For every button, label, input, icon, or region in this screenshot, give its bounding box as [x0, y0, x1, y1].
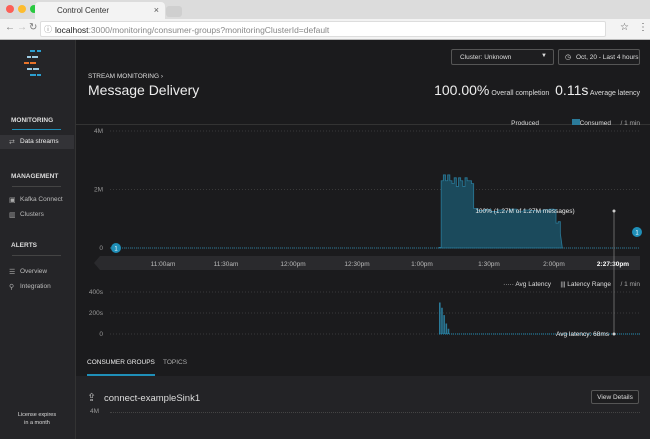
page-title: Message Delivery [88, 82, 200, 98]
reload-icon[interactable]: ↻ [29, 22, 37, 33]
clock-icon: ◷ [565, 54, 572, 61]
y-tick: 400s [89, 289, 104, 296]
sidebar: MONITORING ⇄ Data streams MANAGEMENT ▣ Kaf… [0, 40, 76, 439]
divider [12, 129, 61, 130]
consumer-group-panel: ⇪ connect-exampleSink1 View Details 4M [76, 376, 650, 439]
latency-annotation: Avg latency: 68ms [556, 331, 610, 338]
divider [76, 124, 650, 125]
tab-title: Control Center [57, 6, 110, 15]
logo-icon [24, 50, 41, 76]
menu-icon[interactable]: ⋮ [638, 22, 648, 33]
y-tick: 4M [90, 408, 100, 415]
sidebar-item-label: Data streams [20, 138, 59, 145]
breadcrumb[interactable]: STREAM MONITORING › [88, 73, 163, 80]
sidebar-item-integration[interactable]: ⚲ Integration [0, 280, 74, 294]
latency-range-bar [447, 328, 450, 334]
latency-range-bar [443, 315, 445, 334]
tab-topics[interactable]: TOPICS [163, 359, 187, 366]
license-notice: License expires in a month [17, 412, 57, 426]
legend-consumed: Consumed [580, 120, 612, 127]
hover-point [612, 209, 616, 213]
legend-latency-range: ||| Latency Range [560, 281, 611, 288]
sidebar-item-label: Integration [20, 283, 51, 290]
tab-bar: CONSUMER GROUPS TOPICS [76, 350, 650, 376]
view-details-button[interactable]: View Details [591, 390, 639, 404]
latency-range-bar [441, 307, 443, 334]
tab-consumer-groups[interactable]: CONSUMER GROUPS [87, 359, 155, 376]
latency-range-bar [439, 302, 441, 334]
new-tab-button[interactable] [166, 6, 182, 17]
url-host: localhost [55, 25, 89, 35]
sidebar-item-data-streams[interactable]: ⇄ Data streams [0, 135, 74, 149]
y-tick: 4M [94, 128, 103, 135]
x-tick: 12:30pm [344, 261, 369, 268]
clusters-icon: ▥ [9, 212, 16, 219]
x-tick: 2:00pm [543, 261, 565, 268]
consumer-group-icon: ⇪ [87, 392, 97, 404]
divider [12, 186, 61, 187]
section-alerts: ALERTS [11, 242, 37, 249]
browser-tab-bar: Control Center × [0, 0, 650, 19]
integration-icon: ⚲ [9, 284, 15, 291]
chevron-down-icon: ▼ [541, 53, 547, 59]
close-window-button[interactable] [6, 5, 14, 13]
back-icon[interactable]: ← [5, 22, 15, 33]
divider [12, 255, 61, 256]
y-tick: 2M [94, 187, 103, 194]
cluster-select[interactable]: Cluster: Unknown ▼ [451, 49, 554, 65]
latency-label: Average latency [589, 90, 640, 97]
url-path: :3000/monitoring/consumer-groups?monitor… [88, 25, 330, 35]
section-management: MANAGEMENT [11, 173, 59, 180]
sidebar-item-label: Clusters [20, 211, 44, 218]
interval-label: / 1 min [620, 281, 640, 288]
x-tick: 2:27:30pm [597, 261, 629, 268]
sidebar-item-kafka-connect[interactable]: ▣ Kafka Connect [0, 193, 74, 207]
info-icon: ⓘ [44, 25, 52, 34]
browser-tab[interactable]: Control Center × [35, 2, 165, 19]
kafka-connect-icon: ▣ [9, 197, 16, 204]
summary-stats: 100.00% Overall completion 0.11s Average… [434, 82, 640, 98]
close-tab-icon[interactable]: × [154, 5, 159, 15]
hover-point [612, 332, 616, 336]
minimize-window-button[interactable] [18, 5, 26, 13]
forward-icon[interactable]: → [17, 22, 27, 33]
list-icon: ☰ [9, 269, 16, 276]
message-delivery-charts[interactable]: 4M 2M 0 Produced Consumed / 1 min 100% (1.27M … [76, 110, 650, 350]
consumer-group-name[interactable]: connect-exampleSink1 [104, 393, 200, 404]
time-range-button[interactable]: ◷ Oct, 20 - Last 4 hours [558, 49, 640, 65]
sidebar-item-clusters[interactable]: ▥ Clusters [0, 208, 74, 222]
latency-value: 0.11s [555, 82, 589, 98]
latency-range-bar [445, 323, 448, 334]
address-bar: ← → ↻ ⓘ localhost:3000/monitoring/consume… [0, 19, 650, 40]
completion-annotation: 100% (1.27M of 1.27M messages) [475, 208, 574, 215]
sidebar-item-overview[interactable]: ☰ Overview [0, 265, 74, 279]
legend-produced: Produced [511, 120, 539, 127]
y-tick: 200s [89, 310, 104, 317]
x-tick: 1:00pm [411, 261, 433, 268]
bookmark-star-icon[interactable]: ☆ [620, 22, 629, 33]
y-tick: 0 [99, 331, 103, 338]
completion-value: 100.00% [434, 82, 490, 98]
x-tick: 1:30pm [478, 261, 500, 268]
x-tick: 12:00pm [280, 261, 305, 268]
sidebar-item-label: Overview [20, 268, 48, 275]
section-monitoring: MONITORING [11, 117, 54, 124]
url-input[interactable]: ⓘ localhost:3000/monitoring/consumer-grou… [40, 21, 606, 37]
gridline [110, 412, 640, 413]
y-tick: 0 [99, 245, 103, 252]
x-tick: 11:30am [214, 261, 239, 268]
x-tick: 11:00am [151, 261, 176, 268]
sidebar-item-label: Kafka Connect [20, 196, 63, 203]
data-streams-icon: ⇄ [9, 139, 15, 146]
legend-avg-latency: ····· Avg Latency [503, 281, 552, 288]
completion-label: Overall completion [491, 90, 550, 97]
interval-label: / 1 min [620, 120, 640, 127]
